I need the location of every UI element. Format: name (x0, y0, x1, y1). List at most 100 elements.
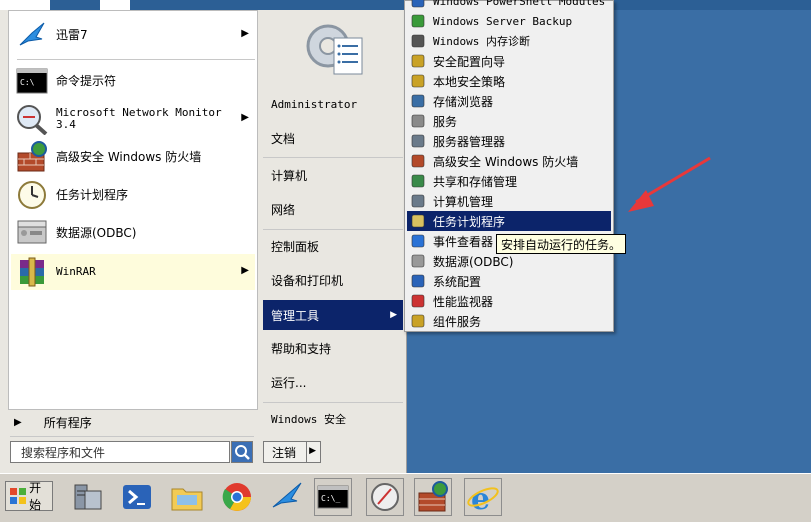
left-item-firewall[interactable]: 高级安全 Windows 防火墙 (11, 139, 255, 175)
submenu-item[interactable]: 高级安全 Windows 防火墙 (407, 151, 611, 171)
right-item-label: Windows 安全 (271, 413, 346, 426)
submenu-item[interactable]: 共享和存储管理 (407, 171, 611, 191)
right-item-label: 管理工具 (271, 308, 320, 323)
taskbar-network-monitor[interactable] (366, 478, 404, 516)
security-policy-icon (410, 73, 426, 89)
left-item-odbc[interactable]: 数据源(ODBC) (11, 215, 255, 251)
submenu-item-label: 安全配置向导 (433, 54, 506, 69)
submenu-item-label: Windows 内存诊断 (433, 35, 530, 48)
winrar-icon (16, 256, 48, 288)
taskbar-explorer[interactable] (168, 478, 206, 516)
submenu-item[interactable]: 系统配置 (407, 271, 611, 291)
taskbar-powershell[interactable] (118, 478, 156, 516)
start-button[interactable]: 开始 (5, 481, 53, 512)
logoff-label: 注销 (272, 445, 297, 460)
server-manager-icon (410, 133, 426, 149)
admin-tools-user-icon (302, 16, 366, 80)
submenu-item-label: 共享和存储管理 (433, 174, 518, 189)
taskbar-chrome[interactable] (218, 478, 256, 516)
right-item-label: 网络 (271, 202, 296, 217)
submenu-item[interactable]: 存储浏览器 (407, 91, 611, 111)
submenu-item[interactable]: 组件服务 (407, 311, 611, 331)
right-item-label: 设备和打印机 (271, 273, 344, 288)
right-item-network[interactable]: 网络 (263, 195, 403, 223)
submenu-item[interactable]: 安全配置向导 (407, 51, 611, 71)
network-monitor-icon (371, 483, 399, 511)
submenu-item-label: 存储浏览器 (433, 94, 494, 109)
chevron-right-icon: ▶ (241, 112, 249, 123)
right-item-help[interactable]: 帮助和支持 (263, 334, 403, 362)
all-programs-button[interactable]: ▶ 所有程序 (12, 410, 252, 434)
right-item-devices-printers[interactable]: 设备和打印机 (263, 266, 403, 294)
submenu-item[interactable]: 本地安全策略 (407, 71, 611, 91)
submenu-item-label: 组件服务 (433, 314, 482, 329)
taskbar-cmd[interactable]: C:\_ (314, 478, 352, 516)
windows-logo-icon (10, 488, 26, 504)
powershell-icon (123, 485, 151, 509)
annotation-arrow-icon (628, 156, 711, 212)
submenu-item-label: 数据源(ODBC) (433, 254, 514, 269)
submenu-item[interactable]: 服务 (407, 111, 611, 131)
right-item-label: 计算机 (271, 168, 308, 183)
submenu-item[interactable]: Windows Server Backup (407, 11, 611, 31)
left-item-task-scheduler[interactable]: 任务计划程序 (11, 177, 255, 213)
powershell-icon (410, 0, 426, 9)
left-item-label: 数据源(ODBC) (56, 226, 137, 240)
submenu-item-label: 事件查看器 (433, 234, 494, 249)
right-item-windows-security[interactable]: Windows 安全 (263, 405, 403, 433)
submenu-item[interactable]: Windows PowerShell Modules (407, 0, 611, 11)
chrome-icon (222, 483, 251, 511)
right-item-run[interactable]: 运行... (263, 368, 403, 396)
chevron-right-icon[interactable]: ▶ (309, 446, 316, 456)
search-placeholder: 搜索程序和文件 (21, 445, 106, 460)
right-item-label: 运行... (271, 375, 307, 390)
submenu-item[interactable]: 服务器管理器 (407, 131, 611, 151)
left-item-label: 迅雷7 (56, 28, 88, 42)
submenu-item[interactable]: 任务计划程序 (407, 211, 611, 231)
search-button[interactable] (231, 441, 253, 463)
left-item-cmd[interactable]: C:\ 命令提示符 (11, 63, 255, 99)
taskbar-server-manager[interactable] (68, 478, 106, 516)
submenu-item[interactable]: 计算机管理 (407, 191, 611, 211)
left-item-network-monitor[interactable]: Microsoft Network Monitor 3.4 ▶ (11, 101, 255, 137)
left-item-label: 命令提示符 (56, 74, 117, 88)
left-item-label: WinRAR (56, 265, 96, 278)
performance-monitor-icon (410, 293, 426, 309)
right-item-documents[interactable]: 文档 (263, 124, 403, 152)
right-item-admin-tools[interactable]: 管理工具 ▶ (263, 300, 403, 330)
taskbar-xunlei[interactable] (268, 478, 306, 516)
left-item-xunlei[interactable]: 迅雷7 ▶ (11, 17, 255, 53)
submenu-item[interactable]: 数据源(ODBC) (407, 251, 611, 271)
top-tab-left (0, 0, 50, 10)
left-item-label: 高级安全 Windows 防火墙 (56, 150, 202, 164)
submenu-item[interactable]: 性能监视器 (407, 291, 611, 311)
internet-explorer-icon: e (467, 482, 499, 517)
submenu-item-label: 高级安全 Windows 防火墙 (433, 154, 579, 169)
right-item-administrator[interactable]: Administrator (263, 90, 403, 118)
right-item-control-panel[interactable]: 控制面板 (263, 232, 403, 260)
clock-icon (16, 179, 48, 211)
left-item-label: Microsoft Network Monitor 3.4 (56, 106, 222, 131)
memory-chip-icon (410, 33, 426, 49)
left-item-winrar[interactable]: WinRAR ▶ (11, 254, 255, 290)
logoff-button[interactable]: 注销 ▶ (263, 441, 321, 463)
chevron-right-icon: ▶ (390, 310, 397, 320)
chevron-right-icon: ▶ (241, 28, 249, 39)
submenu-item[interactable]: Windows 内存诊断 (407, 31, 611, 51)
submenu-item-label: 性能监视器 (433, 294, 494, 309)
tooltip: 安排自动运行的任务。 (496, 234, 627, 254)
thunder-bird-icon (16, 19, 48, 51)
top-tab-right (100, 0, 130, 10)
security-wizard-icon (410, 53, 426, 69)
taskbar-ie[interactable]: e (464, 478, 502, 517)
search-input[interactable]: 搜索程序和文件 (10, 441, 230, 463)
chevron-right-icon: ▶ (241, 265, 249, 276)
database-icon (410, 253, 426, 269)
start-menu-left-pane: 迅雷7 ▶ C:\ 命令提示符 Microsoft Network Monito… (8, 10, 258, 410)
submenu-item-label: 任务计划程序 (433, 214, 506, 229)
taskbar-firewall[interactable] (414, 478, 452, 516)
right-item-computer[interactable]: 计算机 (263, 161, 403, 189)
svg-text:e: e (471, 482, 490, 515)
submenu-item-label: 系统配置 (433, 274, 482, 289)
divider (306, 442, 307, 462)
